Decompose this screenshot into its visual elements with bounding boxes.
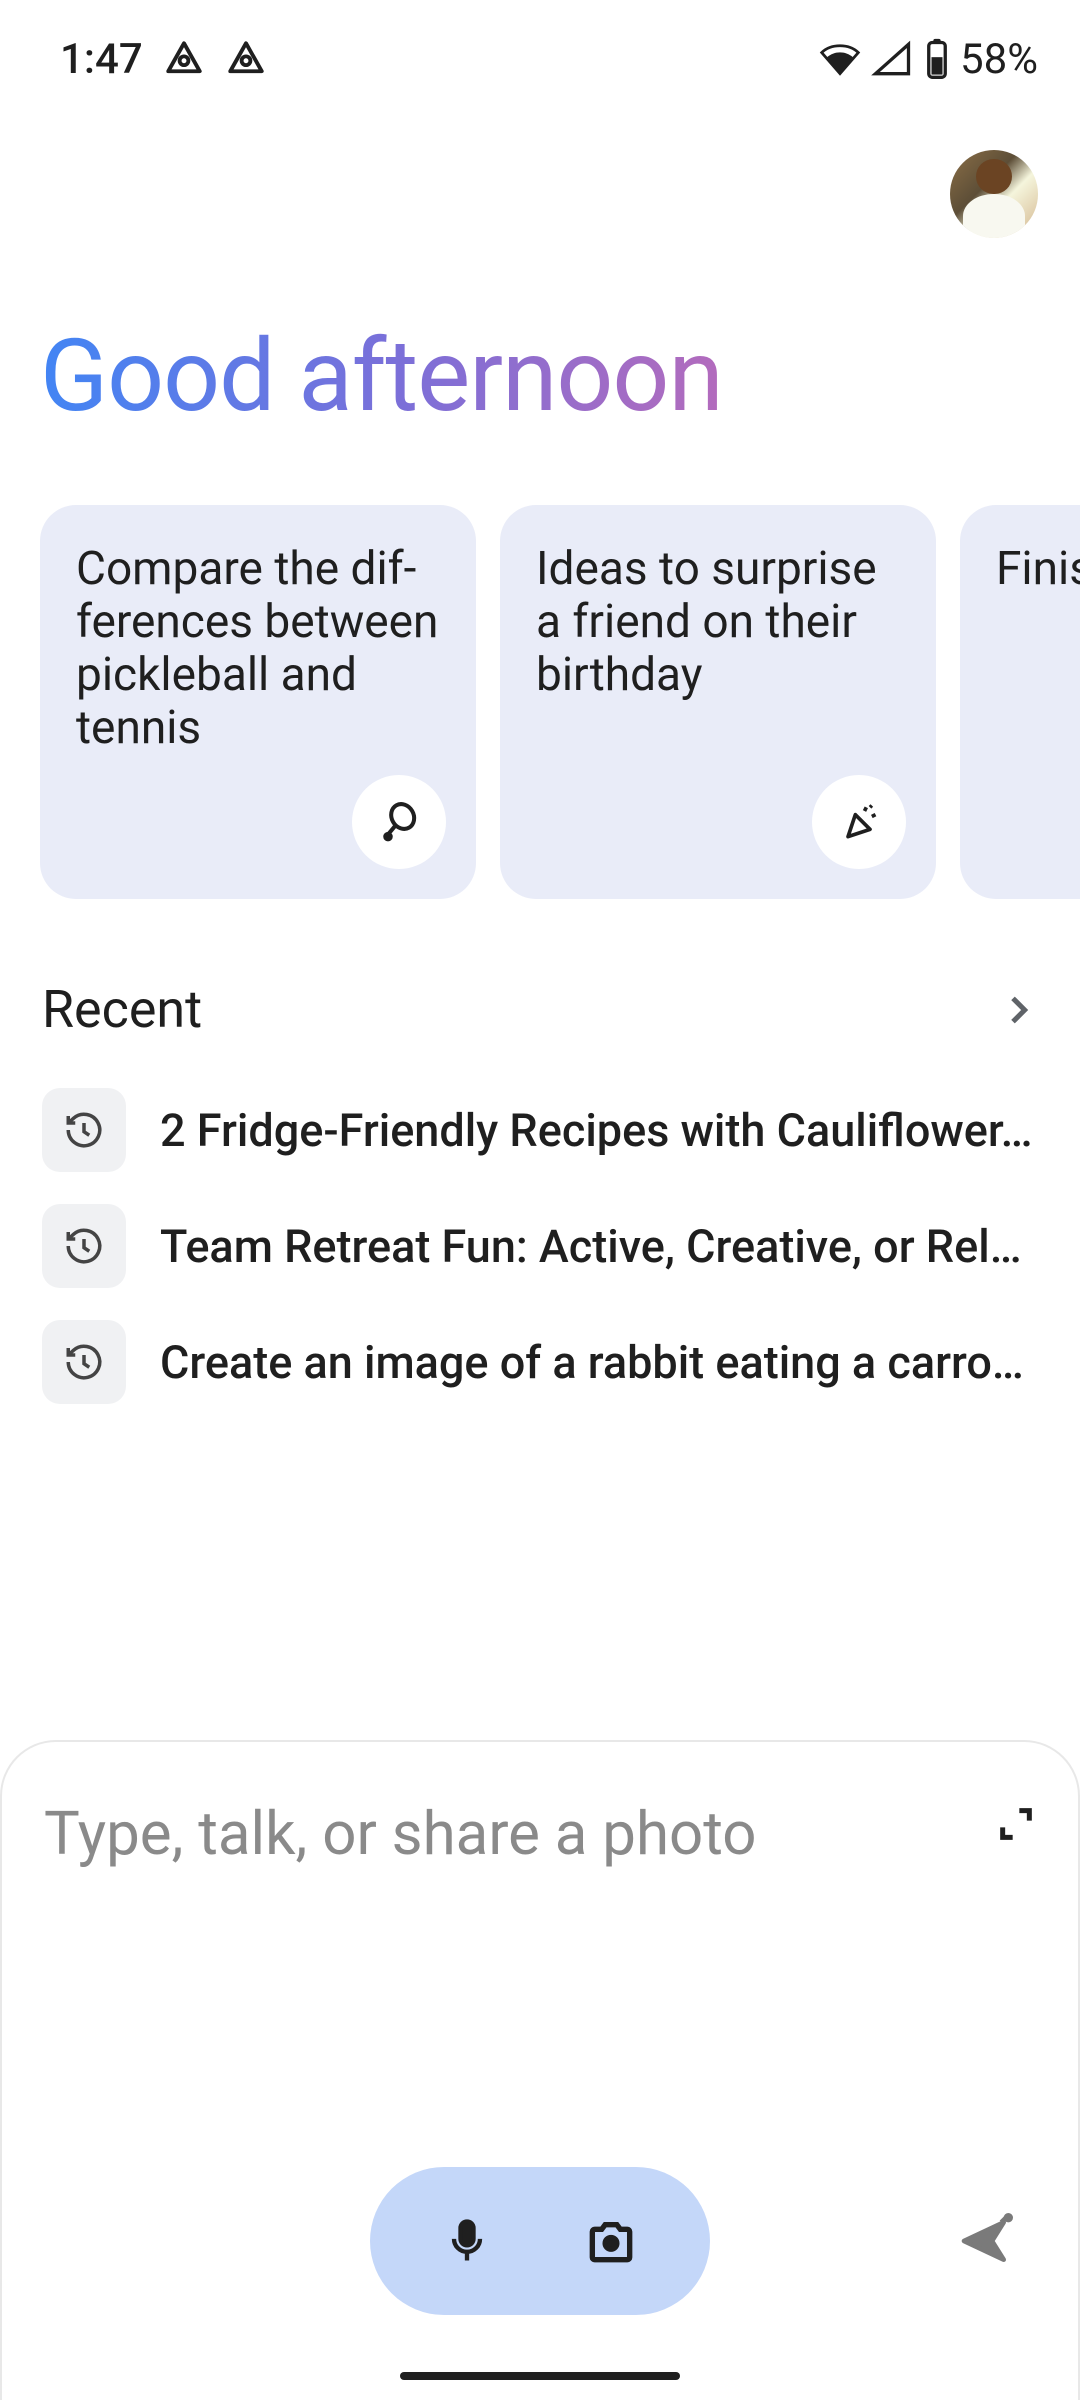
tennis-icon xyxy=(377,800,421,844)
suggestion-card[interactable]: Finish podca xyxy=(960,505,1080,899)
suggestion-cards: Compare the dif­ferences between pickleb… xyxy=(0,435,1080,899)
chevron-right-icon xyxy=(998,990,1038,1030)
recent-item-text: Create an image of a rabbit eating a car… xyxy=(160,1336,1038,1389)
history-icon xyxy=(63,1109,105,1151)
battery-icon xyxy=(922,37,952,81)
recent-section: Recent 2 Fridge-Friendly Recipes with Ca… xyxy=(0,899,1080,1404)
history-icon-box xyxy=(42,1204,126,1288)
profile-avatar[interactable] xyxy=(950,150,1038,238)
signal-icon xyxy=(870,37,914,81)
bottom-controls xyxy=(2,2167,1078,2315)
history-icon-box xyxy=(42,1320,126,1404)
wifi-icon xyxy=(818,37,862,81)
suggestion-card[interactable]: Ideas to surprise a friend on their birt… xyxy=(500,505,936,899)
suggestion-card[interactable]: Compare the dif­ferences between pickleb… xyxy=(40,505,476,899)
suggestion-icon-circle xyxy=(812,775,906,869)
recent-item[interactable]: Team Retreat Fun: Active, Creative, or R… xyxy=(42,1204,1038,1288)
expand-icon[interactable] xyxy=(996,1804,1036,1844)
notification-icon xyxy=(225,38,267,80)
prompt-input[interactable]: Type, talk, or share a photo xyxy=(44,1798,757,1869)
history-icon xyxy=(63,1341,105,1383)
status-right: 58% xyxy=(818,35,1038,84)
party-icon xyxy=(837,800,881,844)
history-icon xyxy=(63,1225,105,1267)
input-row: Type, talk, or share a photo xyxy=(44,1798,1036,1869)
status-time: 1:47 xyxy=(60,35,143,84)
suggestion-icon-circle xyxy=(352,775,446,869)
microphone-icon[interactable] xyxy=(441,2215,493,2267)
avatar-row xyxy=(0,90,1080,238)
mic-camera-pill xyxy=(370,2167,710,2315)
history-icon-box xyxy=(42,1088,126,1172)
greeting: Good afternoon xyxy=(0,238,1080,435)
greeting-text: Good afternoon xyxy=(40,318,1080,435)
recent-item[interactable]: 2 Fridge-Friendly Recipes with Cauliflow… xyxy=(42,1088,1038,1172)
status-left: 1:47 xyxy=(60,35,267,84)
send-icon[interactable] xyxy=(957,2213,1013,2269)
suggestion-text: Compare the dif­ferences between pickleb… xyxy=(76,543,440,755)
camera-icon[interactable] xyxy=(583,2213,639,2269)
status-bar: 1:47 58% xyxy=(0,0,1080,90)
recent-item-text: Team Retreat Fun: Active, Creative, or R… xyxy=(160,1220,1038,1273)
home-indicator[interactable] xyxy=(400,2372,680,2380)
recent-items: 2 Fridge-Friendly Recipes with Cauliflow… xyxy=(42,1088,1038,1404)
suggestion-text: Finish podca xyxy=(996,543,1080,596)
recent-title: Recent xyxy=(42,979,202,1040)
suggestion-text: Ideas to surprise a friend on their birt… xyxy=(536,543,900,702)
input-area: Type, talk, or share a photo xyxy=(0,1740,1080,2400)
recent-item-text: 2 Fridge-Friendly Recipes with Cauliflow… xyxy=(160,1104,1038,1157)
recent-item[interactable]: Create an image of a rabbit eating a car… xyxy=(42,1320,1038,1404)
recent-header[interactable]: Recent xyxy=(42,979,1038,1040)
notification-icon xyxy=(163,38,205,80)
battery-percentage: 58% xyxy=(960,35,1038,84)
